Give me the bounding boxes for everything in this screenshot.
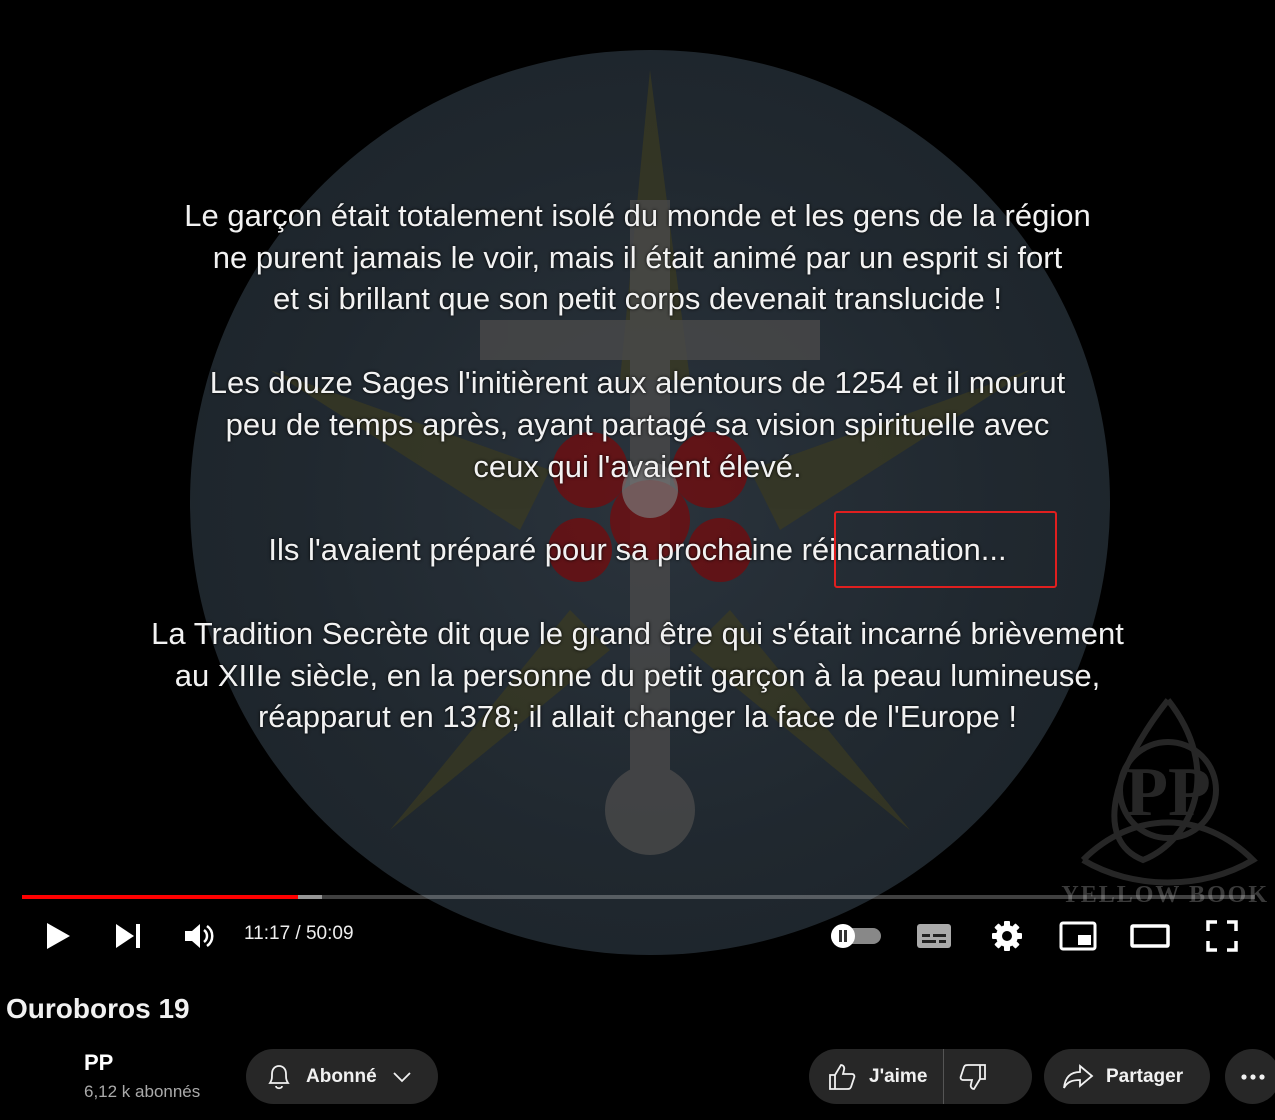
share-button[interactable]: Partager — [1044, 1049, 1210, 1104]
miniplayer-icon — [1059, 921, 1097, 951]
subtitle-line: ne purent jamais le voir, mais il était … — [212, 239, 1063, 275]
theater-icon — [1130, 924, 1170, 948]
dislike-button[interactable] — [944, 1049, 988, 1104]
thumbs-down-icon — [960, 1063, 987, 1090]
like-button[interactable]: J'aime — [809, 1049, 945, 1104]
play-button[interactable] — [38, 916, 78, 956]
subtitle-line: Le garçon était totalement isolé du mond… — [184, 198, 1091, 233]
volume-icon — [185, 924, 214, 948]
share-label: Partager — [1106, 1065, 1184, 1087]
video-title: Ouroboros 19 — [6, 993, 190, 1024]
progress-played — [22, 895, 298, 899]
highlight-box — [834, 511, 1057, 588]
subtitles-button[interactable] — [912, 916, 956, 956]
more-actions-button[interactable] — [1225, 1049, 1275, 1104]
volume-button[interactable] — [178, 916, 220, 956]
more-icon — [1240, 1073, 1265, 1080]
time-display: 11:17 / 50:09 — [244, 923, 354, 944]
progress-bar[interactable] — [22, 895, 1255, 899]
subtitle-line: ceux qui l'avaient élevé. — [473, 448, 802, 484]
autoplay-toggle-icon — [831, 924, 881, 948]
subtitle-paragraph: Le garçon était totalement isolé du mond… — [0, 195, 1275, 320]
settings-button[interactable] — [985, 916, 1029, 956]
subtitle-line: réapparut en 1378; il allait changer la … — [257, 699, 1018, 735]
subtitles-icon — [917, 924, 951, 948]
subtitle-paragraph: La Tradition Secrète dit que le grand êt… — [0, 613, 1275, 738]
like-label: J'aime — [869, 1065, 928, 1087]
autoplay-toggle[interactable] — [828, 916, 884, 956]
subtitle-line: Ils l'avaient préparé pour sa prochaine … — [268, 532, 1007, 568]
subtitle-line: et si brillant que son petit corps deven… — [273, 281, 1002, 317]
theater-mode-button[interactable] — [1128, 916, 1172, 956]
settings-icon — [992, 921, 1022, 951]
subtitle-line: Les douze Sages l'initièrent aux alentou… — [209, 365, 1066, 401]
play-icon — [47, 923, 70, 949]
channel-name[interactable]: PP — [84, 1050, 113, 1076]
fullscreen-icon — [1206, 920, 1238, 952]
bell-icon — [268, 1064, 290, 1089]
like-dislike-group: J'aime — [809, 1049, 1032, 1104]
subscriber-count: 6,12 k abonnés — [84, 1082, 201, 1101]
subscribe-button[interactable]: Abonné — [246, 1049, 438, 1104]
video-subtitles: Le garçon était totalement isolé du mond… — [0, 195, 1275, 780]
subtitle-line: La Tradition Secrète dit que le grand êt… — [151, 615, 1124, 651]
chevron-down-icon — [393, 1071, 411, 1082]
share-icon — [1063, 1063, 1094, 1088]
subtitle-line: peu de temps après, ayant partagé sa vis… — [225, 406, 1050, 442]
video-player[interactable]: PP YELLOW BOOK Le garçon était totalemen… — [0, 0, 1275, 975]
fullscreen-button[interactable] — [1200, 916, 1244, 956]
thumbs-up-icon — [829, 1063, 856, 1090]
subtitle-line: au XIIIe siècle, en la personne du petit… — [174, 657, 1101, 693]
subtitle-paragraph: Ils l'avaient préparé pour sa prochaine … — [0, 529, 1275, 571]
subscribe-label: Abonné — [306, 1065, 377, 1087]
next-button[interactable] — [108, 916, 148, 956]
miniplayer-button[interactable] — [1056, 916, 1100, 956]
next-icon — [116, 924, 140, 948]
subtitle-paragraph: Les douze Sages l'initièrent aux alentou… — [0, 362, 1275, 487]
